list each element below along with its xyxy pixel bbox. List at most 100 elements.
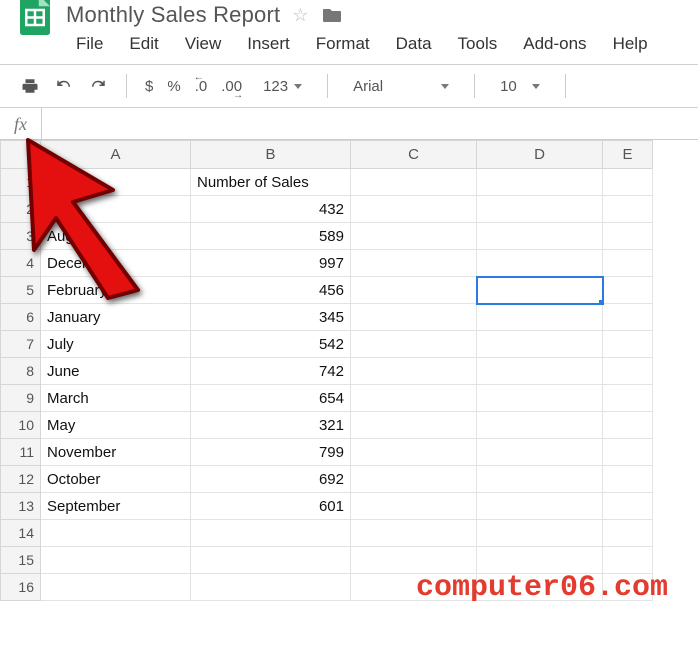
cell-D2[interactable] bbox=[477, 196, 603, 223]
more-formats-dropdown[interactable]: 123 bbox=[256, 74, 309, 99]
cell-A7[interactable]: July bbox=[41, 331, 191, 358]
row-header[interactable]: 7 bbox=[1, 331, 41, 358]
cell-C14[interactable] bbox=[351, 520, 477, 547]
cell-D9[interactable] bbox=[477, 385, 603, 412]
cell-C1[interactable] bbox=[351, 169, 477, 196]
format-percent-button[interactable]: % bbox=[167, 78, 180, 95]
menu-format[interactable]: Format bbox=[316, 34, 370, 54]
select-all-corner[interactable] bbox=[1, 141, 41, 169]
cell-B7[interactable]: 542 bbox=[191, 331, 351, 358]
cell-D4[interactable] bbox=[477, 250, 603, 277]
cell-E3[interactable] bbox=[603, 223, 653, 250]
cell-E5[interactable] bbox=[603, 277, 653, 304]
menu-file[interactable]: File bbox=[76, 34, 103, 54]
cell-E10[interactable] bbox=[603, 412, 653, 439]
menu-edit[interactable]: Edit bbox=[129, 34, 158, 54]
cell-B15[interactable] bbox=[191, 547, 351, 574]
cell-B16[interactable] bbox=[191, 574, 351, 601]
cell-C3[interactable] bbox=[351, 223, 477, 250]
row-header[interactable]: 13 bbox=[1, 493, 41, 520]
menu-help[interactable]: Help bbox=[613, 34, 648, 54]
cell-D6[interactable] bbox=[477, 304, 603, 331]
cell-B4[interactable]: 997 bbox=[191, 250, 351, 277]
row-header[interactable]: 5 bbox=[1, 277, 41, 304]
row-header[interactable]: 2 bbox=[1, 196, 41, 223]
cell-E6[interactable] bbox=[603, 304, 653, 331]
row-header[interactable]: 16 bbox=[1, 574, 41, 601]
move-folder-icon[interactable] bbox=[322, 7, 342, 23]
cell-A16[interactable] bbox=[41, 574, 191, 601]
column-header-a[interactable]: A bbox=[41, 141, 191, 169]
cell-B5[interactable]: 456 bbox=[191, 277, 351, 304]
cell-B14[interactable] bbox=[191, 520, 351, 547]
cell-A3[interactable]: August bbox=[41, 223, 191, 250]
column-header-d[interactable]: D bbox=[477, 141, 603, 169]
font-size-dropdown[interactable]: 10 bbox=[493, 74, 547, 99]
cell-A8[interactable]: June bbox=[41, 358, 191, 385]
cell-B8[interactable]: 742 bbox=[191, 358, 351, 385]
cell-E11[interactable] bbox=[603, 439, 653, 466]
cell-E1[interactable] bbox=[603, 169, 653, 196]
cell-C4[interactable] bbox=[351, 250, 477, 277]
cell-A14[interactable] bbox=[41, 520, 191, 547]
cell-C16[interactable] bbox=[351, 574, 477, 601]
row-header[interactable]: 8 bbox=[1, 358, 41, 385]
cell-E14[interactable] bbox=[603, 520, 653, 547]
row-header[interactable]: 14 bbox=[1, 520, 41, 547]
cell-A12[interactable]: October bbox=[41, 466, 191, 493]
cell-E2[interactable] bbox=[603, 196, 653, 223]
cell-D12[interactable] bbox=[477, 466, 603, 493]
cell-E4[interactable] bbox=[603, 250, 653, 277]
cell-B13[interactable]: 601 bbox=[191, 493, 351, 520]
cell-B10[interactable]: 321 bbox=[191, 412, 351, 439]
cell-D15[interactable] bbox=[477, 547, 603, 574]
cell-A2[interactable]: April bbox=[41, 196, 191, 223]
cell-E12[interactable] bbox=[603, 466, 653, 493]
row-header[interactable]: 9 bbox=[1, 385, 41, 412]
cell-C6[interactable] bbox=[351, 304, 477, 331]
cell-C13[interactable] bbox=[351, 493, 477, 520]
menu-addons[interactable]: Add-ons bbox=[523, 34, 586, 54]
row-header[interactable]: 15 bbox=[1, 547, 41, 574]
star-icon[interactable]: ☆ bbox=[292, 5, 308, 26]
menu-data[interactable]: Data bbox=[396, 34, 432, 54]
column-header-c[interactable]: C bbox=[351, 141, 477, 169]
row-header[interactable]: 1 bbox=[1, 169, 41, 196]
cell-B2[interactable]: 432 bbox=[191, 196, 351, 223]
cell-A10[interactable]: May bbox=[41, 412, 191, 439]
cell-C8[interactable] bbox=[351, 358, 477, 385]
cell-D11[interactable] bbox=[477, 439, 603, 466]
cell-E8[interactable] bbox=[603, 358, 653, 385]
undo-icon[interactable] bbox=[54, 76, 74, 96]
cell-E9[interactable] bbox=[603, 385, 653, 412]
cell-D10[interactable] bbox=[477, 412, 603, 439]
cell-C11[interactable] bbox=[351, 439, 477, 466]
row-header[interactable]: 11 bbox=[1, 439, 41, 466]
cell-E16[interactable] bbox=[603, 574, 653, 601]
print-icon[interactable] bbox=[20, 76, 40, 96]
cell-D5[interactable] bbox=[477, 277, 603, 304]
cell-E15[interactable] bbox=[603, 547, 653, 574]
menu-tools[interactable]: Tools bbox=[458, 34, 498, 54]
cell-B1[interactable]: Number of Sales bbox=[191, 169, 351, 196]
column-header-b[interactable]: B bbox=[191, 141, 351, 169]
cell-D8[interactable] bbox=[477, 358, 603, 385]
cell-C10[interactable] bbox=[351, 412, 477, 439]
spreadsheet-grid[interactable]: ABCDE1MonthNumber of Sales2April4323Augu… bbox=[0, 140, 698, 641]
cell-D7[interactable] bbox=[477, 331, 603, 358]
cell-C12[interactable] bbox=[351, 466, 477, 493]
cell-C7[interactable] bbox=[351, 331, 477, 358]
document-title[interactable]: Monthly Sales Report bbox=[66, 2, 280, 28]
menu-insert[interactable]: Insert bbox=[247, 34, 290, 54]
formula-input[interactable] bbox=[42, 108, 698, 139]
cell-D16[interactable] bbox=[477, 574, 603, 601]
cell-A11[interactable]: November bbox=[41, 439, 191, 466]
cell-C15[interactable] bbox=[351, 547, 477, 574]
cell-C5[interactable] bbox=[351, 277, 477, 304]
row-header[interactable]: 3 bbox=[1, 223, 41, 250]
cell-D13[interactable] bbox=[477, 493, 603, 520]
cell-D14[interactable] bbox=[477, 520, 603, 547]
cell-B9[interactable]: 654 bbox=[191, 385, 351, 412]
cell-A5[interactable]: February bbox=[41, 277, 191, 304]
cell-A13[interactable]: September bbox=[41, 493, 191, 520]
